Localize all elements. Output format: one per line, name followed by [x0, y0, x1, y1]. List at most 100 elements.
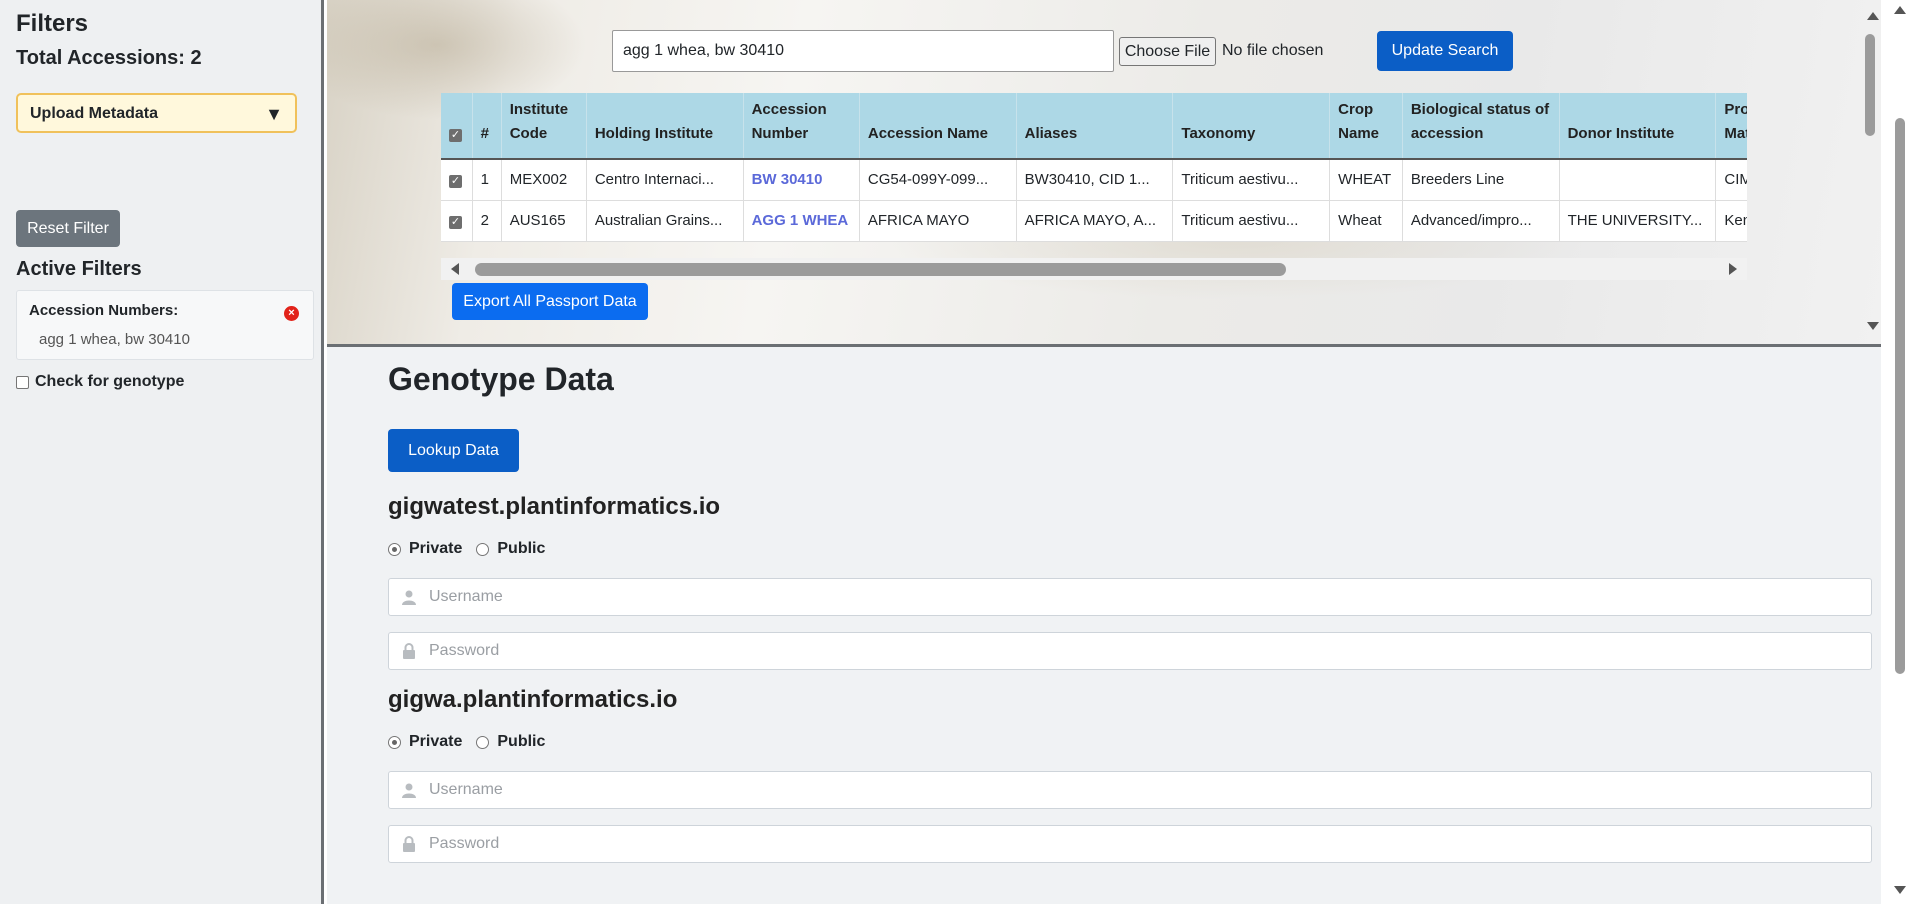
- remove-filter-icon[interactable]: ×: [284, 306, 299, 321]
- private-label: Private: [409, 733, 463, 750]
- username-field[interactable]: Username: [388, 578, 1872, 616]
- table-cell: Kenya: [1715, 200, 1747, 242]
- scroll-thumb[interactable]: [475, 263, 1286, 276]
- access-radio-group[interactable]: Private Public: [388, 733, 545, 751]
- column-header[interactable]: Provenance of Material: [1715, 93, 1747, 160]
- page-scroll-thumb[interactable]: [1895, 118, 1905, 674]
- column-header[interactable]: Institute Code: [501, 93, 587, 160]
- column-header[interactable]: Taxonomy: [1172, 93, 1331, 160]
- column-header[interactable]: Aliases: [1016, 93, 1174, 160]
- page-vertical-scrollbar[interactable]: [1881, 0, 1920, 904]
- scroll-right-arrow-icon[interactable]: [1729, 263, 1737, 275]
- lock-icon: [403, 643, 415, 659]
- table-cell: Triticum aestivu...: [1172, 200, 1331, 242]
- table-cell: 2: [472, 200, 502, 242]
- chevron-down-icon: ▼: [265, 104, 283, 124]
- row-select-cell[interactable]: ✓: [441, 159, 473, 201]
- private-label: Private: [409, 540, 463, 557]
- total-accessions: Total Accessions: 2: [16, 47, 202, 69]
- row-checkbox[interactable]: ✓: [449, 175, 462, 189]
- table-cell: [1559, 159, 1717, 201]
- public-label: Public: [497, 733, 546, 750]
- table-cell: Australian Grains...: [586, 200, 744, 242]
- table-cell: Centro Internaci...: [586, 159, 744, 201]
- lock-icon: [403, 836, 415, 852]
- table-cell: WHEAT: [1329, 159, 1403, 201]
- accession-number-link[interactable]: BW 30410: [743, 159, 860, 201]
- password-field[interactable]: Password: [388, 825, 1872, 863]
- choose-file-button[interactable]: Choose File: [1119, 37, 1216, 66]
- table-header-row: ✓ # Institute Code Holding Institute Acc…: [441, 93, 1747, 160]
- column-header[interactable]: Crop Name: [1329, 93, 1403, 160]
- top-scroll-up-icon[interactable]: [1867, 12, 1879, 20]
- column-header[interactable]: Accession Name: [859, 93, 1017, 160]
- table-cell: AUS165: [501, 200, 587, 242]
- table-cell: AFRICA MAYO: [859, 200, 1017, 242]
- table-cell: AFRICA MAYO, A...: [1016, 200, 1174, 242]
- upload-metadata-select[interactable]: Upload Metadata ▼: [16, 93, 297, 133]
- accessions-table: ✓ # Institute Code Holding Institute Acc…: [441, 93, 1747, 283]
- table-cell: Wheat: [1329, 200, 1403, 242]
- table-cell: THE UNIVERSITY...: [1559, 200, 1717, 242]
- table-cell: Advanced/impro...: [1402, 200, 1560, 242]
- sidebar-title: Filters: [16, 10, 89, 37]
- username-placeholder: Username: [429, 588, 503, 605]
- public-label: Public: [497, 540, 546, 557]
- scroll-left-arrow-icon[interactable]: [451, 263, 459, 275]
- table-cell: 1: [472, 159, 502, 201]
- top-scroll-down-icon[interactable]: [1867, 322, 1879, 330]
- column-header[interactable]: Holding Institute: [586, 93, 744, 160]
- select-all-header[interactable]: ✓: [441, 93, 473, 160]
- upload-metadata-label: Upload Metadata: [30, 105, 159, 122]
- top-panel-scroll-thumb[interactable]: [1865, 34, 1875, 136]
- table-cell: Triticum aestivu...: [1172, 159, 1331, 201]
- reset-filter-button[interactable]: Reset Filter: [16, 210, 120, 247]
- private-radio[interactable]: [388, 735, 401, 749]
- table-cell: MEX002: [501, 159, 587, 201]
- table-row[interactable]: ✓ 2 AUS165 Australian Grains... AGG 1 WH…: [441, 200, 1747, 242]
- lookup-data-button[interactable]: Lookup Data: [388, 429, 519, 472]
- table-cell: CIMMYT: [1715, 159, 1747, 201]
- column-header[interactable]: Accession Number: [743, 93, 860, 160]
- public-radio[interactable]: [476, 542, 490, 556]
- column-header[interactable]: #: [472, 93, 502, 160]
- table-cell: CG54-099Y-099...: [859, 159, 1017, 201]
- update-search-button[interactable]: Update Search: [1377, 31, 1513, 71]
- user-icon: [402, 783, 416, 798]
- genotype-checkbox-label: Check for genotype: [35, 373, 185, 390]
- table-cell: BW30410, CID 1...: [1016, 159, 1174, 201]
- filter-value: agg 1 whea, bw 30410: [39, 331, 190, 348]
- private-radio[interactable]: [388, 542, 401, 556]
- genotype-title: Genotype Data: [388, 361, 614, 397]
- table-row[interactable]: ✓ 1 MEX002 Centro Internaci... BW 30410 …: [441, 159, 1747, 201]
- host-title: gigwatest.plantinformatics.io: [388, 493, 721, 520]
- password-field[interactable]: Password: [388, 632, 1872, 670]
- scroll-up-icon[interactable]: [1894, 6, 1906, 14]
- row-select-cell[interactable]: ✓: [441, 200, 473, 242]
- user-icon: [402, 590, 416, 605]
- column-header[interactable]: Donor Institute: [1559, 93, 1717, 160]
- password-placeholder: Password: [429, 835, 500, 852]
- genotype-checkbox[interactable]: [16, 375, 29, 389]
- accession-number-link[interactable]: AGG 1 WHEA: [743, 200, 860, 242]
- row-checkbox[interactable]: ✓: [449, 216, 462, 229]
- access-radio-group[interactable]: Private Public: [388, 540, 545, 558]
- username-placeholder: Username: [429, 781, 503, 798]
- search-results-panel: agg 1 whea, bw 30410 Choose File No file…: [327, 0, 1881, 345]
- select-all-checkbox[interactable]: ✓: [449, 129, 462, 142]
- genotype-section: Genotype Data Lookup Data gigwatest.plan…: [327, 347, 1881, 904]
- table-cell: Breeders Line: [1402, 159, 1560, 201]
- scroll-down-icon[interactable]: [1894, 886, 1906, 894]
- column-header[interactable]: Biological status of accession: [1402, 93, 1560, 160]
- table-horizontal-scrollbar[interactable]: [441, 258, 1747, 280]
- password-placeholder: Password: [429, 642, 500, 659]
- active-filters-heading: Active Filters: [16, 258, 142, 280]
- public-radio[interactable]: [476, 735, 490, 749]
- file-status: No file chosen: [1222, 42, 1324, 59]
- export-passport-button[interactable]: Export All Passport Data: [452, 283, 648, 320]
- filter-label: Accession Numbers:: [29, 302, 179, 319]
- username-field[interactable]: Username: [388, 771, 1872, 809]
- search-input[interactable]: agg 1 whea, bw 30410: [612, 30, 1114, 72]
- active-filter-card: Accession Numbers: × agg 1 whea, bw 3041…: [16, 290, 314, 360]
- genotype-checkbox-row[interactable]: Check for genotype: [16, 373, 184, 391]
